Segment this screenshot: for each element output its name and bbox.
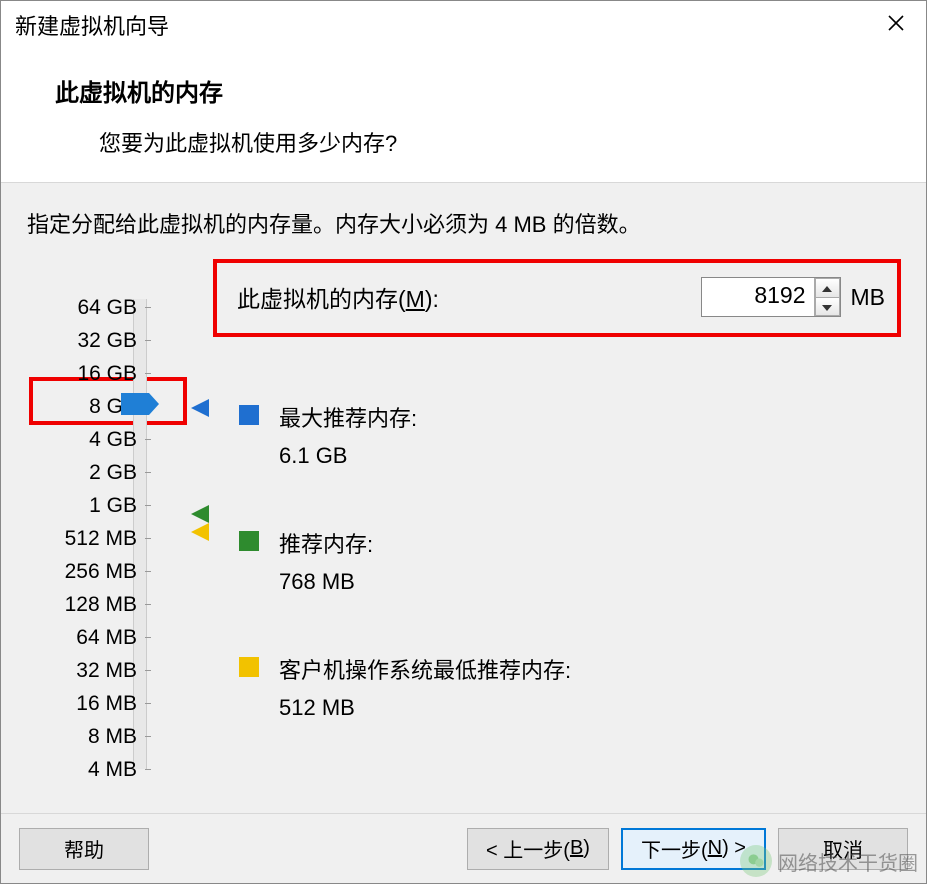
memory-ticks: 64 GB 32 GB 16 GB 8 GB 4 GB 2 GB 1 GB 51… — [27, 291, 157, 786]
memory-value[interactable]: 8192 — [702, 278, 814, 316]
memory-step-up[interactable] — [815, 278, 840, 298]
legend-label: 最大推荐内存: — [279, 401, 417, 433]
tick-1gb: 1 GB — [27, 489, 157, 522]
marker-minimum-icon — [191, 523, 209, 541]
tick-512mb: 512 MB — [27, 522, 157, 555]
square-icon — [239, 657, 259, 677]
legend-value: 6.1 GB — [279, 443, 417, 469]
tick-64mb: 64 MB — [27, 621, 157, 654]
tick-32gb: 32 GB — [27, 324, 157, 357]
memory-step-down[interactable] — [815, 298, 840, 317]
tick-16mb: 16 MB — [27, 687, 157, 720]
tick-32mb: 32 MB — [27, 654, 157, 687]
legend-minimum: 客户机操作系统最低推荐内存: 512 MB — [239, 653, 571, 721]
legend: 最大推荐内存: 6.1 GB 推荐内存: 768 MB 客户机操作系统最低推荐内… — [239, 401, 571, 779]
close-button[interactable] — [874, 5, 918, 45]
marker-recommended-icon — [191, 505, 209, 523]
tick-2gb: 2 GB — [27, 456, 157, 489]
help-button[interactable]: 帮助 — [19, 828, 149, 870]
marker-max-recommended-icon — [191, 399, 209, 417]
close-icon — [887, 12, 905, 38]
legend-label: 推荐内存: — [279, 527, 373, 559]
tick-8mb: 8 MB — [27, 720, 157, 753]
legend-value: 512 MB — [279, 695, 571, 721]
tick-4gb: 4 GB — [27, 423, 157, 456]
square-icon — [239, 531, 259, 551]
square-icon — [239, 405, 259, 425]
hint-text: 指定分配给此虚拟机的内存量。内存大小必须为 4 MB 的倍数。 — [27, 207, 900, 239]
wizard-window: 新建虚拟机向导 此虚拟机的内存 您要为此虚拟机使用多少内存? 指定分配给此虚拟机… — [0, 0, 927, 884]
titlebar: 新建虚拟机向导 — [1, 1, 926, 49]
page-subtitle: 您要为此虚拟机使用多少内存? — [55, 126, 914, 158]
tick-4mb: 4 MB — [27, 753, 157, 786]
body-panel: 指定分配给此虚拟机的内存量。内存大小必须为 4 MB 的倍数。 此虚拟机的内存(… — [1, 182, 926, 813]
next-button[interactable]: 下一步(N) > — [621, 828, 766, 870]
legend-max-recommended: 最大推荐内存: 6.1 GB — [239, 401, 571, 469]
page-title: 此虚拟机的内存 — [55, 73, 914, 108]
cancel-button[interactable]: 取消 — [778, 828, 908, 870]
memory-row: 此虚拟机的内存(M): 8192 MB — [237, 277, 885, 317]
memory-spinner[interactable]: 8192 — [701, 277, 841, 317]
legend-recommended: 推荐内存: 768 MB — [239, 527, 571, 595]
chevron-down-icon — [822, 299, 832, 314]
back-button[interactable]: < 上一步(B) — [467, 828, 609, 870]
legend-label: 客户机操作系统最低推荐内存: — [279, 653, 571, 685]
memory-label: 此虚拟机的内存(M): — [237, 280, 439, 314]
tick-16gb: 16 GB — [27, 357, 157, 390]
legend-value: 768 MB — [279, 569, 373, 595]
memory-input-group: 8192 MB — [701, 277, 886, 317]
tick-64gb: 64 GB — [27, 291, 157, 324]
tick-256mb: 256 MB — [27, 555, 157, 588]
memory-slider-thumb[interactable] — [121, 393, 159, 415]
window-title: 新建虚拟机向导 — [15, 9, 169, 41]
memory-unit: MB — [851, 284, 886, 311]
footer: 帮助 < 上一步(B) 下一步(N) > 取消 — [1, 813, 926, 883]
header-panel: 此虚拟机的内存 您要为此虚拟机使用多少内存? — [1, 49, 926, 182]
tick-128mb: 128 MB — [27, 588, 157, 621]
chevron-up-icon — [822, 280, 832, 295]
